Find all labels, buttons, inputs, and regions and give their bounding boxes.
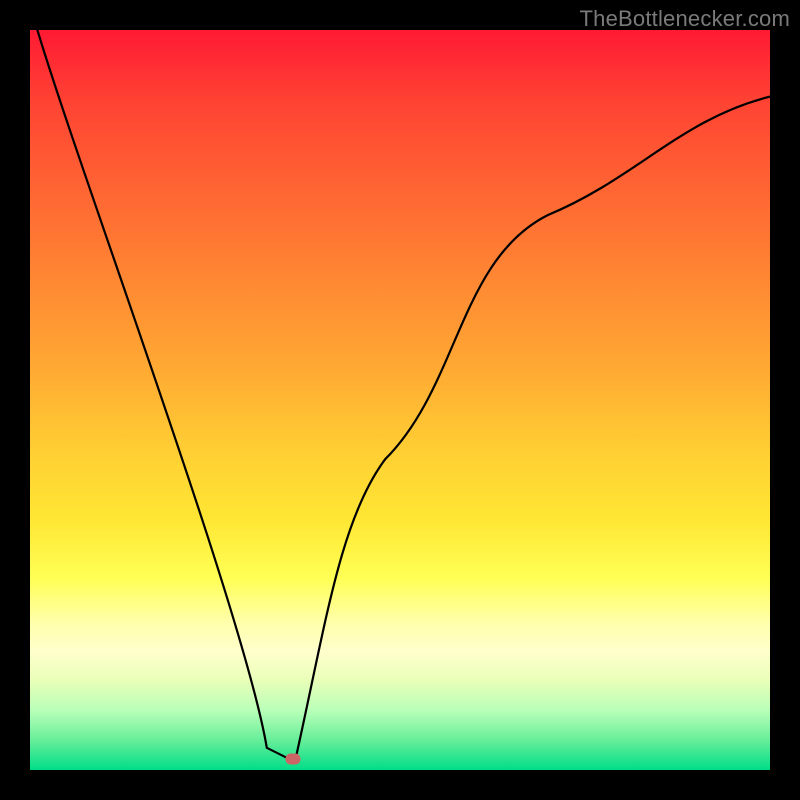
chart-frame: TheBottlenecker.com — [0, 0, 800, 800]
plot-area — [30, 30, 770, 770]
minimum-marker — [285, 753, 300, 764]
watermark-text: TheBottlenecker.com — [580, 6, 790, 32]
bottleneck-curve — [30, 30, 770, 770]
